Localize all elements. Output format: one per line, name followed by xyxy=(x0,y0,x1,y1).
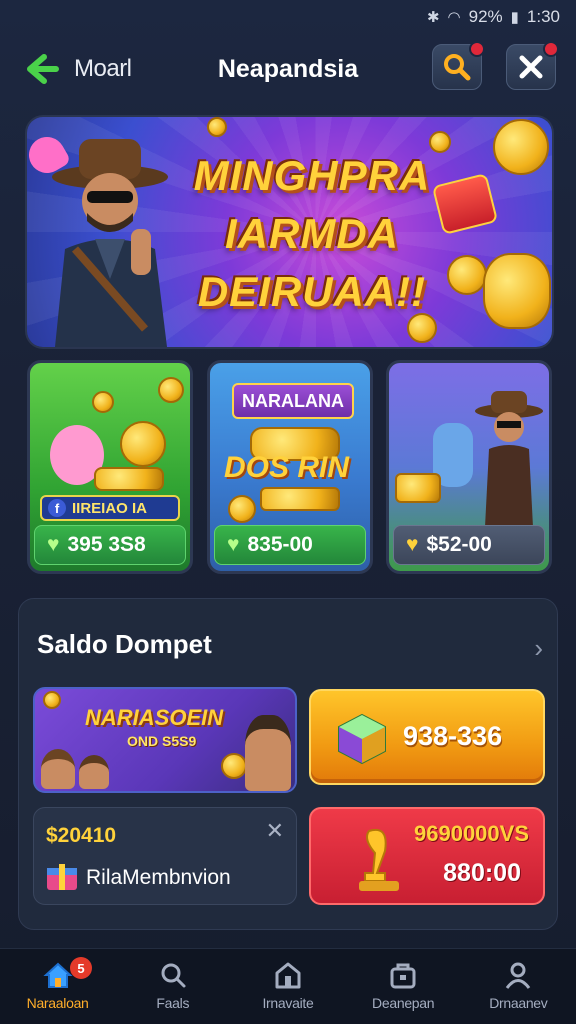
membership-amount: $20410 xyxy=(46,824,117,847)
banner-title-line: DEIRUAA!! xyxy=(197,268,427,315)
coin-icon xyxy=(43,691,61,709)
nav-item-profile[interactable]: Drnaanev xyxy=(461,949,576,1024)
back-label: Moarl xyxy=(74,55,132,82)
gem-balance-tile[interactable]: 938-336 xyxy=(309,689,545,785)
game-card[interactable]: NARALANA DOS RIN ♥ 835-00 xyxy=(207,360,373,574)
coin-icon xyxy=(407,313,437,343)
promo-subtitle: OND S5S9 xyxy=(127,733,197,749)
heart-icon: ♥ xyxy=(406,533,419,556)
price-label: 835-00 xyxy=(247,533,313,556)
nav-label: Irnavaite xyxy=(262,995,314,1011)
coin-icon xyxy=(207,117,227,137)
coin-icon xyxy=(92,391,114,413)
close-icon[interactable]: ✕ xyxy=(266,818,284,844)
price-button[interactable]: ♥ $52-00 xyxy=(393,525,545,565)
clock: 1:30 xyxy=(526,7,560,26)
facebook-icon: f xyxy=(48,499,66,517)
card-tag-label: IIREIAO IA xyxy=(72,499,148,517)
trophy-reward-value: 880:00 xyxy=(443,859,521,887)
home-icon xyxy=(43,962,73,988)
back-button[interactable]: Moarl xyxy=(22,49,132,89)
close-icon xyxy=(519,55,543,79)
character-icon xyxy=(79,755,109,789)
game-card[interactable]: ♥ $52-00 xyxy=(386,360,552,574)
bluetooth-icon: ✱ xyxy=(426,9,440,26)
banner-title-line: IARMDA xyxy=(225,210,399,257)
search-icon xyxy=(161,963,186,988)
nav-label: Deanepan xyxy=(372,995,435,1011)
search-button[interactable] xyxy=(432,41,485,90)
emoji-coin-icon xyxy=(493,119,549,175)
nav-badge: 5 xyxy=(70,957,92,979)
profile-icon xyxy=(506,962,531,989)
heart-icon: ♥ xyxy=(227,533,240,556)
battery-percent: 92% xyxy=(468,7,503,26)
battery-icon: ▮ xyxy=(510,9,519,26)
promo-banner[interactable]: MINGHPRA IARMDA DEIRUAA!! xyxy=(27,117,552,347)
nav-item-home[interactable]: 5 Naraaloan xyxy=(0,949,115,1024)
chevron-right-icon[interactable]: › xyxy=(534,633,543,664)
promo-headline: NARIASOEIN xyxy=(85,705,224,730)
arrow-left-icon xyxy=(27,54,59,84)
nav-label: Faals xyxy=(156,995,190,1011)
wifi-icon: ◠ xyxy=(447,9,461,26)
nav-item-store[interactable]: Irnavaite xyxy=(230,949,345,1024)
coin-icon xyxy=(221,753,247,779)
gem-cube-icon xyxy=(338,713,386,765)
card-badge: NARALANA xyxy=(232,383,354,419)
membership-label: RilaMembnvion xyxy=(86,866,231,889)
promo-tile[interactable]: NARIASOEIN OND S5S9 xyxy=(33,687,297,793)
nav-label: Naraaloan xyxy=(26,995,89,1011)
search-icon xyxy=(444,54,471,81)
price-button[interactable]: ♥ 395 3S8 xyxy=(34,525,186,565)
coin-icon xyxy=(228,495,256,523)
nav-item-wallet[interactable]: Deanepan xyxy=(346,949,461,1024)
close-button[interactable] xyxy=(506,41,559,90)
store-icon xyxy=(275,962,301,989)
app-header: Moarl Neapandsia xyxy=(0,34,576,104)
bottom-nav: 5 Naraaloan Faals Irnavaite Deanepan Drn… xyxy=(0,948,576,1024)
coin-icon xyxy=(447,255,487,295)
money-bag-icon xyxy=(483,253,551,329)
coin-icon xyxy=(429,131,451,153)
card-headline: DOS RIN xyxy=(224,451,350,484)
cowboy-character xyxy=(245,715,291,791)
banner-title-line: MINGHPRA xyxy=(193,152,431,199)
notification-dot xyxy=(469,41,485,57)
wallet-panel: Saldo Dompet › NARIASOEIN OND S5S9 938-3… xyxy=(18,598,558,930)
trophy-icon xyxy=(359,829,399,891)
gold-bars-icon xyxy=(395,473,441,503)
trophy-reward-label: 9690000VS xyxy=(414,821,529,846)
gift-box-icon xyxy=(47,864,77,890)
status-bar: ✱ ◠ 92% ▮ 1:30 xyxy=(0,0,576,34)
coin-icon xyxy=(158,377,184,403)
game-card[interactable]: f IIREIAO IA ♥ 395 3S8 xyxy=(27,360,193,574)
trophy-tile[interactable]: 9690000VS 880:00 xyxy=(309,807,545,905)
notification-dot xyxy=(543,41,559,57)
wallet-title: Saldo Dompet xyxy=(37,629,212,659)
card-tag: f IIREIAO IA xyxy=(40,495,180,521)
nav-item-search[interactable]: Faals xyxy=(115,949,230,1024)
gem-balance-value: 938-336 xyxy=(403,721,503,751)
membership-tile[interactable]: $20410 ✕ RilaMembnvion xyxy=(33,807,297,905)
banner-title: MINGHPRA IARMDA DEIRUAA!! xyxy=(177,147,447,321)
coin-stack-icon xyxy=(260,487,340,511)
heart-icon: ♥ xyxy=(47,533,60,556)
character-icon xyxy=(41,749,75,789)
wallet-icon xyxy=(390,963,416,989)
coin-character-icon xyxy=(120,421,166,467)
price-label: $52-00 xyxy=(426,533,492,556)
nav-label: Drnaanev xyxy=(489,995,548,1011)
price-label: 395 3S8 xyxy=(67,533,146,556)
price-button[interactable]: ♥ 835-00 xyxy=(214,525,366,565)
cowboy-character xyxy=(475,391,543,527)
coin-stack-icon xyxy=(94,467,164,491)
